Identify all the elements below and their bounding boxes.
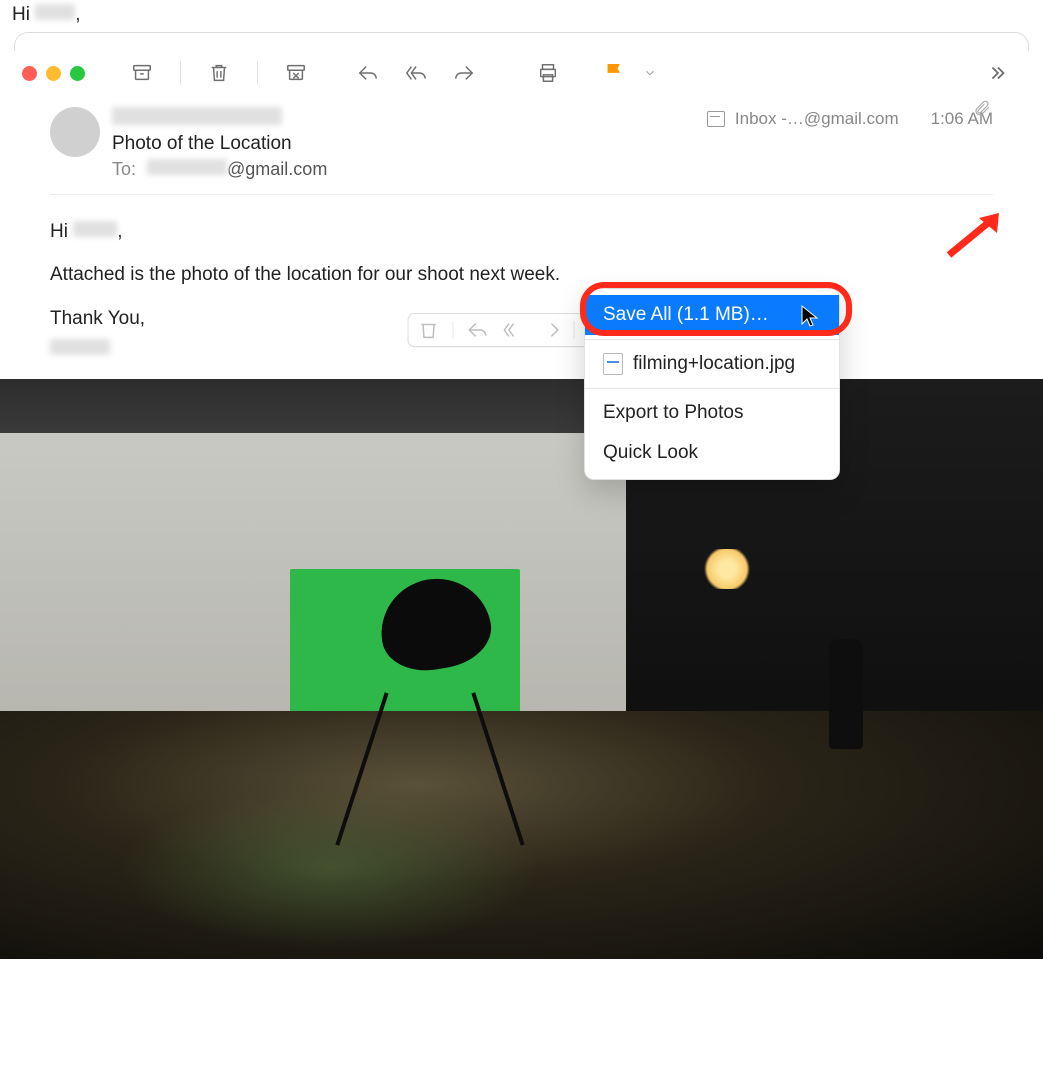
file-icon [603, 353, 623, 375]
mailbox-label: Inbox -…@gmail.com [735, 109, 899, 129]
menu-file-label: filming+location.jpg [633, 353, 795, 375]
print-icon[interactable] [524, 61, 572, 85]
attachment-indicator-icon[interactable] [973, 99, 991, 122]
redacted-sender [112, 107, 282, 125]
inline-reply-all-icon[interactable] [501, 318, 525, 342]
recipient-domain: @gmail.com [227, 159, 327, 179]
mailbox-icon [707, 111, 725, 127]
menu-quick-look[interactable]: Quick Look [585, 433, 839, 473]
minimize-window-button[interactable] [46, 66, 61, 81]
toolbar-separator [180, 61, 181, 85]
forward-icon[interactable] [440, 61, 488, 85]
message-subject: Photo of the Location [112, 133, 993, 155]
greeting-suffix: , [117, 221, 122, 242]
redacted-signature [50, 339, 110, 355]
menu-quicklook-label: Quick Look [603, 442, 698, 464]
reply-icon[interactable] [344, 61, 392, 85]
archive-icon[interactable] [118, 61, 166, 85]
attached-image [0, 379, 1043, 959]
peek-greeting-prefix: Hi [12, 4, 35, 25]
message-meta: Inbox -…@gmail.com 1:06 AM [707, 109, 993, 129]
greeting-prefix: Hi [50, 221, 73, 242]
trash-icon[interactable] [195, 61, 243, 85]
mail-message-window: Photo of the Location To: @gmail.com Inb… [0, 51, 1043, 959]
flag-menu-chevron-icon[interactable] [638, 61, 662, 85]
flag-icon[interactable] [590, 61, 638, 85]
menu-export-label: Export to Photos [603, 402, 743, 424]
inline-reply-icon[interactable] [465, 318, 489, 342]
body-line1: Attached is the photo of the location fo… [50, 260, 993, 289]
redacted-recipient [147, 159, 227, 175]
menu-separator [585, 388, 839, 389]
sender-avatar [50, 107, 100, 157]
message-header: Photo of the Location To: @gmail.com Inb… [0, 97, 1043, 180]
inline-separator [573, 321, 574, 339]
recipient-line: To: @gmail.com [112, 159, 993, 180]
menu-save-all-label: Save All (1.1 MB)… [603, 304, 769, 326]
zoom-window-button[interactable] [70, 66, 85, 81]
reply-all-icon[interactable] [392, 61, 440, 85]
window-toolbar [0, 51, 1043, 97]
inline-trash-icon[interactable] [416, 318, 440, 342]
background-message-peek: Hi , [0, 0, 1043, 32]
junk-icon[interactable] [272, 61, 320, 85]
toolbar-separator [257, 61, 258, 85]
peek-greeting-suffix: , [75, 4, 80, 25]
menu-export-photos[interactable]: Export to Photos [585, 393, 839, 433]
inline-separator [452, 321, 453, 339]
toolbar-overflow-icon[interactable] [973, 61, 1021, 85]
redacted-name [73, 221, 117, 237]
close-window-button[interactable] [22, 66, 37, 81]
body-greeting: Hi , [50, 217, 993, 246]
to-label: To: [112, 159, 141, 179]
redacted-name [35, 4, 75, 20]
window-top-edge [14, 32, 1029, 51]
menu-file-item[interactable]: filming+location.jpg [585, 344, 839, 384]
inline-forward-icon[interactable] [537, 318, 561, 342]
cursor-icon [800, 304, 820, 333]
menu-separator [585, 339, 839, 340]
